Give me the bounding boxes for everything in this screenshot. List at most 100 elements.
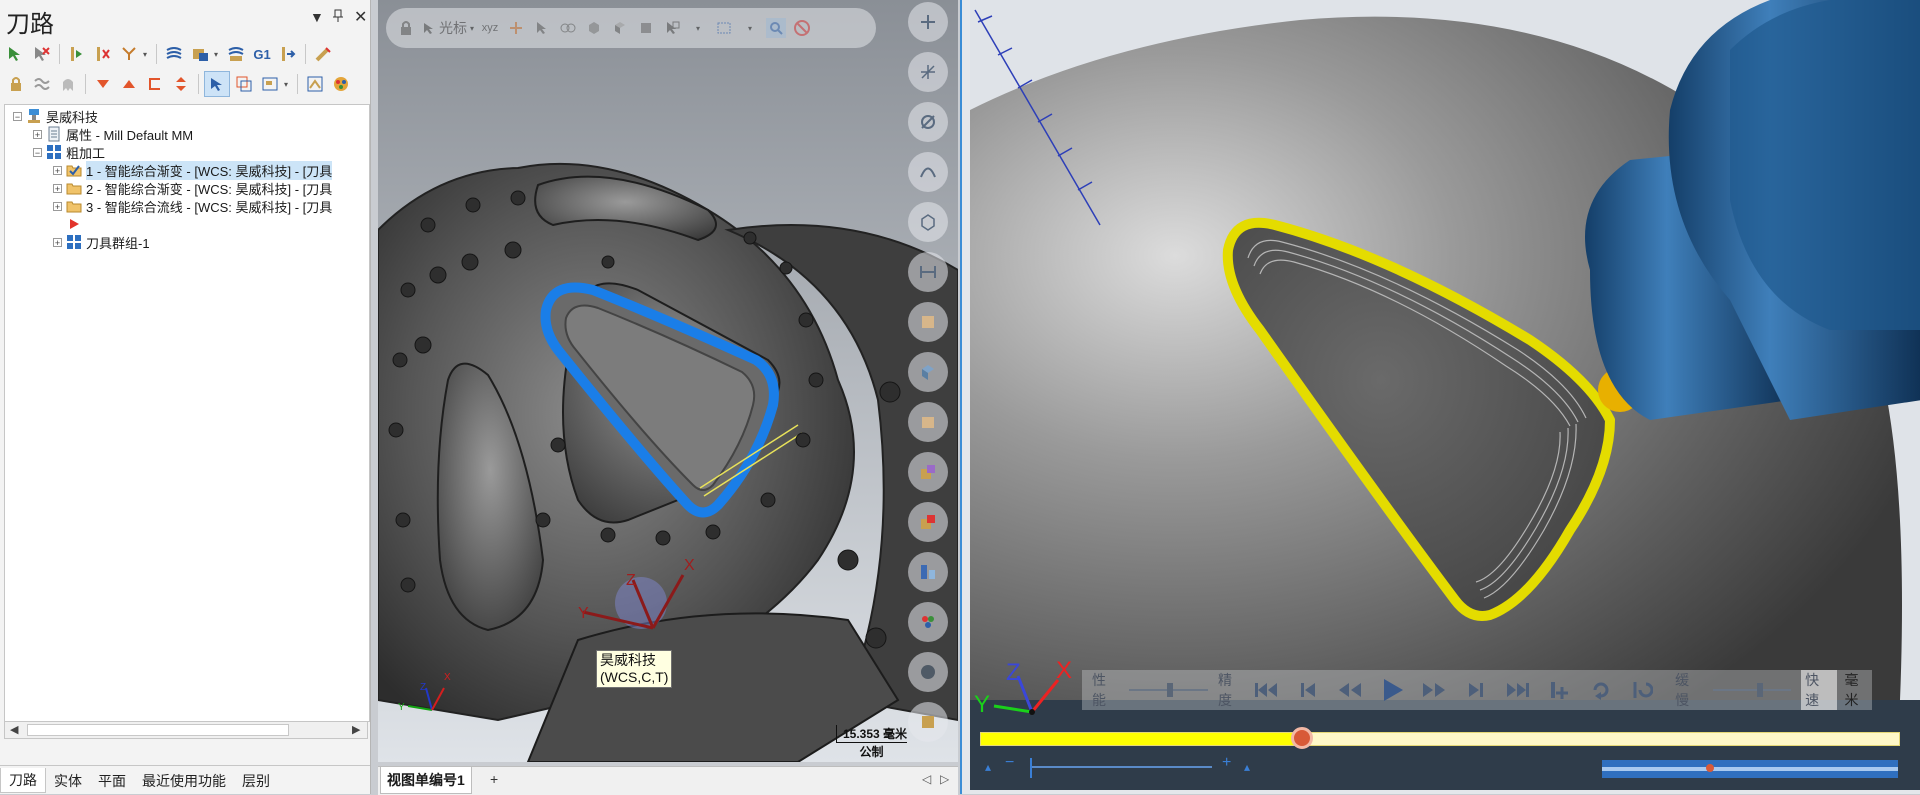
color-face-icon[interactable] <box>908 502 948 542</box>
part-model[interactable]: Y Z X Y Z X <box>378 0 958 762</box>
tree-op-3[interactable]: + 3 - 智能综合流线 - [WCS: 昊威科技] - [刀具 <box>53 197 332 215</box>
add-entity-icon[interactable] <box>908 2 948 42</box>
collapse-toggle[interactable]: − <box>33 147 42 157</box>
speed-slider[interactable] <box>1712 683 1792 697</box>
progress-knob[interactable] <box>1291 727 1314 749</box>
high-feed-icon[interactable] <box>311 42 335 66</box>
move-both-icon[interactable] <box>169 72 193 96</box>
tab-solids[interactable]: 实体 <box>46 769 90 793</box>
tree-op-1[interactable]: + 1 - 智能综合渐变 - [WCS: 昊威科技] - [刀具 <box>53 160 333 180</box>
scroll-thumb[interactable] <box>27 724 289 736</box>
tree-group[interactable]: − 粗加工 <box>33 143 105 161</box>
view-cube-icon[interactable] <box>908 202 948 242</box>
analyze-icon[interactable] <box>908 302 948 342</box>
add-stop-icon[interactable] <box>1547 677 1573 703</box>
select-solid-icon[interactable] <box>584 18 604 38</box>
zoom-out-icon[interactable]: − <box>1005 754 1014 772</box>
goto-end-icon[interactable] <box>1505 677 1531 703</box>
select-chain-icon[interactable] <box>558 18 578 38</box>
play-icon[interactable] <box>1379 677 1405 703</box>
snap-point-icon[interactable] <box>908 52 948 92</box>
rewind-icon[interactable] <box>1337 677 1363 703</box>
horizontal-scrollbar[interactable]: ◀ ▶ <box>4 721 368 739</box>
insert-arrow-marker[interactable] <box>67 215 81 233</box>
tree-op-2[interactable]: + 2 - 智能综合渐变 - [WCS: 昊威科技] - [刀具 <box>53 179 332 197</box>
layers-icon[interactable] <box>908 552 948 592</box>
add-point-icon[interactable] <box>506 18 526 38</box>
post-g1-icon[interactable]: G1 <box>250 42 274 66</box>
diameter-icon[interactable] <box>908 102 948 142</box>
tabs-scroll-right-icon[interactable]: ▷ <box>940 772 949 786</box>
regenerate-all-icon[interactable] <box>65 42 89 66</box>
collapse-toggle[interactable]: − <box>13 111 22 121</box>
window-dropdown-icon[interactable]: ▾ <box>740 18 760 38</box>
simulation-progress-bar[interactable] <box>980 727 1900 749</box>
expand-toggle[interactable]: + <box>53 183 62 193</box>
post-selected-icon[interactable] <box>276 42 300 66</box>
operations-tree[interactable]: − 昊威科技 + 属性 - Mill Default MM − 粗加工 + 1 … <box>4 104 370 722</box>
simulate-icon[interactable] <box>224 42 248 66</box>
reverse-loop-icon[interactable] <box>1630 677 1656 703</box>
select-all-ops-icon[interactable] <box>4 42 28 66</box>
tab-toolpaths[interactable]: 刀路 <box>0 768 46 793</box>
lock-icon[interactable] <box>4 72 28 96</box>
move-down-icon[interactable] <box>91 72 115 96</box>
tree-properties[interactable]: + 属性 - Mill Default MM <box>33 125 193 143</box>
performance-slider-knob[interactable] <box>1167 683 1174 697</box>
expand-toggle[interactable]: + <box>33 129 42 139</box>
deselect-ops-icon[interactable] <box>30 42 54 66</box>
hide-display-icon[interactable] <box>56 72 80 96</box>
render-settings-icon[interactable] <box>329 72 353 96</box>
backplot-icon[interactable] <box>162 42 186 66</box>
window-select-icon[interactable] <box>714 18 734 38</box>
zoom-out-small-icon[interactable]: ▴ <box>985 760 991 774</box>
measure-icon[interactable] <box>908 252 948 292</box>
iso-view-icon[interactable] <box>908 352 948 392</box>
add-viewsheet-button[interactable]: + <box>490 771 498 787</box>
shading-icon[interactable] <box>908 652 948 692</box>
select-body-icon[interactable] <box>636 18 656 38</box>
color-solid-icon[interactable] <box>908 452 948 492</box>
single-op-view-icon[interactable] <box>232 72 256 96</box>
toolpath-editor-icon[interactable] <box>303 72 327 96</box>
display-options-icon[interactable] <box>258 72 282 96</box>
select-icon[interactable] <box>532 18 552 38</box>
expand-toggle[interactable]: + <box>53 201 62 211</box>
tab-planes[interactable]: 平面 <box>90 769 134 793</box>
step-forward-icon[interactable] <box>1463 677 1489 703</box>
tab-recent-functions[interactable]: 最近使用功能 <box>134 769 234 793</box>
stock-shade-icon[interactable] <box>908 702 948 742</box>
scroll-right-icon[interactable]: ▶ <box>352 723 360 736</box>
zoom-select-icon[interactable] <box>766 18 787 38</box>
select-active-icon[interactable] <box>204 71 230 97</box>
cursor-mode-button[interactable]: 光标 ▾ <box>422 18 474 38</box>
lock-view-icon[interactable] <box>396 18 416 38</box>
performance-slider[interactable] <box>1129 683 1208 697</box>
close-icon[interactable]: ✕ <box>354 7 367 27</box>
step-back-icon[interactable] <box>1295 677 1321 703</box>
tree-root[interactable]: − 昊威科技 <box>13 107 98 125</box>
loop-icon[interactable] <box>1588 677 1614 703</box>
tab-viewsheet-1[interactable]: 视图单编号1 <box>380 767 472 794</box>
timeline-overview-knob[interactable] <box>1706 764 1714 772</box>
panel-menu-icon[interactable]: ▼ <box>310 9 324 25</box>
verify-icon[interactable] <box>188 42 212 66</box>
toggle-posting-icon[interactable] <box>30 72 54 96</box>
palette-icon[interactable] <box>908 602 948 642</box>
pin-icon[interactable] <box>332 9 344 26</box>
clear-selection-icon[interactable] <box>792 18 812 38</box>
fast-forward-icon[interactable] <box>1421 677 1447 703</box>
curve-icon[interactable] <box>908 152 948 192</box>
move-up-icon[interactable] <box>117 72 141 96</box>
expand-toggle[interactable]: + <box>53 237 62 247</box>
regenerate-dirty-icon[interactable] <box>91 42 115 66</box>
zoom-in-icon[interactable]: + <box>1222 754 1231 772</box>
scroll-left-icon[interactable]: ◀ <box>10 723 18 736</box>
insert-arrow-icon[interactable] <box>143 72 167 96</box>
goto-start-icon[interactable] <box>1253 677 1279 703</box>
zoom-in-small-icon[interactable]: ▴ <box>1244 760 1250 774</box>
tree-toolgroup[interactable]: + 刀具群组-1 <box>53 233 150 251</box>
stock-icon[interactable] <box>908 402 948 442</box>
speed-slider-knob[interactable] <box>1756 683 1763 697</box>
tabs-scroll-left-icon[interactable]: ◁ <box>922 772 931 786</box>
